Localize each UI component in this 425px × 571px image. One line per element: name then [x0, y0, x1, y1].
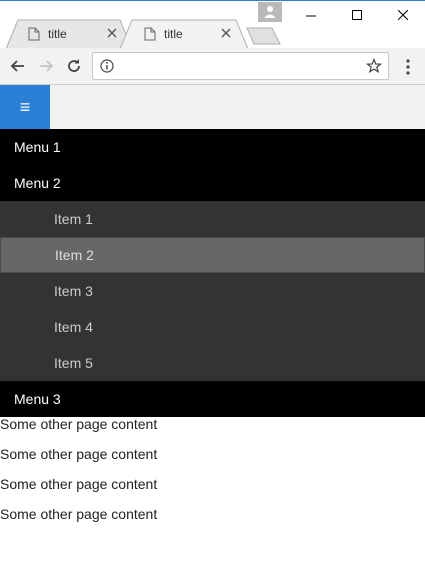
content-line: Some other page content [0, 416, 158, 432]
submenu-item-1[interactable]: Item 1 [0, 201, 425, 237]
content-line: Some other page content [0, 506, 158, 522]
user-icon [264, 6, 276, 18]
info-icon[interactable] [100, 59, 114, 73]
close-tab-icon[interactable] [220, 27, 232, 39]
menu-item-1[interactable]: Menu 1 [0, 129, 425, 165]
back-arrow-icon[interactable] [8, 56, 28, 76]
page-icon [144, 27, 156, 41]
close-window-button[interactable] [380, 2, 425, 30]
minimize-icon [306, 15, 316, 17]
submenu-item-3[interactable]: Item 3 [0, 273, 425, 309]
forward-arrow-icon[interactable] [36, 56, 56, 76]
submenu: Item 1 Item 2 Item 3 Item 4 Item 5 [0, 201, 425, 381]
page-header: ≡ [0, 85, 425, 129]
bookmark-star-icon[interactable] [366, 58, 382, 74]
minimize-button[interactable] [288, 2, 334, 30]
new-tab-button[interactable] [246, 27, 282, 45]
submenu-item-5[interactable]: Item 5 [0, 345, 425, 381]
maximize-button[interactable] [334, 2, 380, 30]
address-input[interactable] [123, 57, 353, 75]
content-line: Some other page content [0, 476, 158, 492]
content-line: Some other page content [0, 446, 158, 462]
page-content: Some other page content Some other page … [0, 416, 425, 529]
tab-title: title [164, 27, 183, 41]
profile-button[interactable] [258, 2, 282, 22]
close-icon [398, 10, 408, 20]
menu-toggle-button[interactable]: ≡ [0, 85, 50, 129]
kebab-menu-icon[interactable] [400, 57, 416, 77]
maximize-icon [352, 10, 362, 20]
browser-toolbar [0, 48, 425, 85]
close-tab-icon[interactable] [106, 27, 118, 39]
submenu-item-2[interactable]: Item 2 [0, 237, 425, 273]
reload-icon[interactable] [64, 56, 84, 76]
submenu-item-4[interactable]: Item 4 [0, 309, 425, 345]
hamburger-icon: ≡ [19, 97, 31, 117]
menu-item-2[interactable]: Menu 2 [0, 165, 425, 201]
nav-menu: Menu 1 Menu 2 Item 1 Item 2 Item 3 Item … [0, 129, 425, 417]
address-bar[interactable] [92, 52, 389, 80]
tab-title: title [48, 27, 67, 41]
page-icon [28, 27, 40, 41]
browser-titlebar: title title [0, 0, 425, 49]
tab-active[interactable]: title [120, 19, 248, 49]
tab-inactive[interactable]: title [4, 19, 132, 49]
